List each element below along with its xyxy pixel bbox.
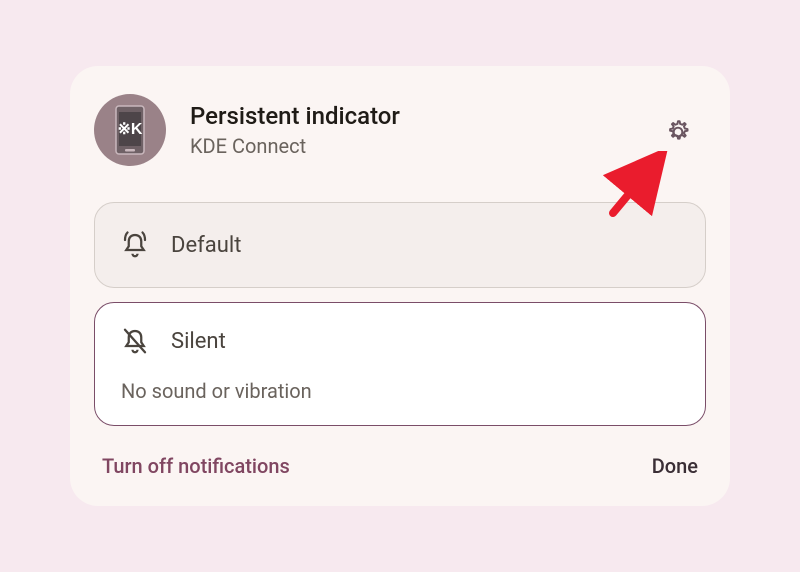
turn-off-button[interactable]: Turn off notifications <box>102 454 290 478</box>
notification-settings-dialog: ※K Persistent indicator KDE Connect Def <box>70 66 730 506</box>
dialog-subtitle: KDE Connect <box>190 134 706 158</box>
kde-connect-icon: ※K <box>110 104 150 156</box>
done-button[interactable]: Done <box>652 454 698 478</box>
dialog-footer: Turn off notifications Done <box>94 454 706 478</box>
option-silent-description: No sound or vibration <box>121 379 681 403</box>
header-text-block: Persistent indicator KDE Connect <box>190 102 706 158</box>
settings-button[interactable] <box>664 118 692 146</box>
dialog-header: ※K Persistent indicator KDE Connect <box>94 94 706 166</box>
option-row: Default <box>119 229 681 261</box>
option-row: Silent <box>119 325 681 357</box>
bell-off-icon <box>119 325 151 357</box>
option-default[interactable]: Default <box>94 202 706 288</box>
gear-icon <box>665 119 691 145</box>
app-icon: ※K <box>94 94 166 166</box>
dialog-title: Persistent indicator <box>190 102 706 130</box>
option-silent-label: Silent <box>171 329 226 354</box>
option-silent[interactable]: Silent No sound or vibration <box>94 302 706 426</box>
svg-text:※K: ※K <box>118 121 143 138</box>
bell-ring-icon <box>119 229 151 261</box>
option-default-label: Default <box>171 233 241 258</box>
